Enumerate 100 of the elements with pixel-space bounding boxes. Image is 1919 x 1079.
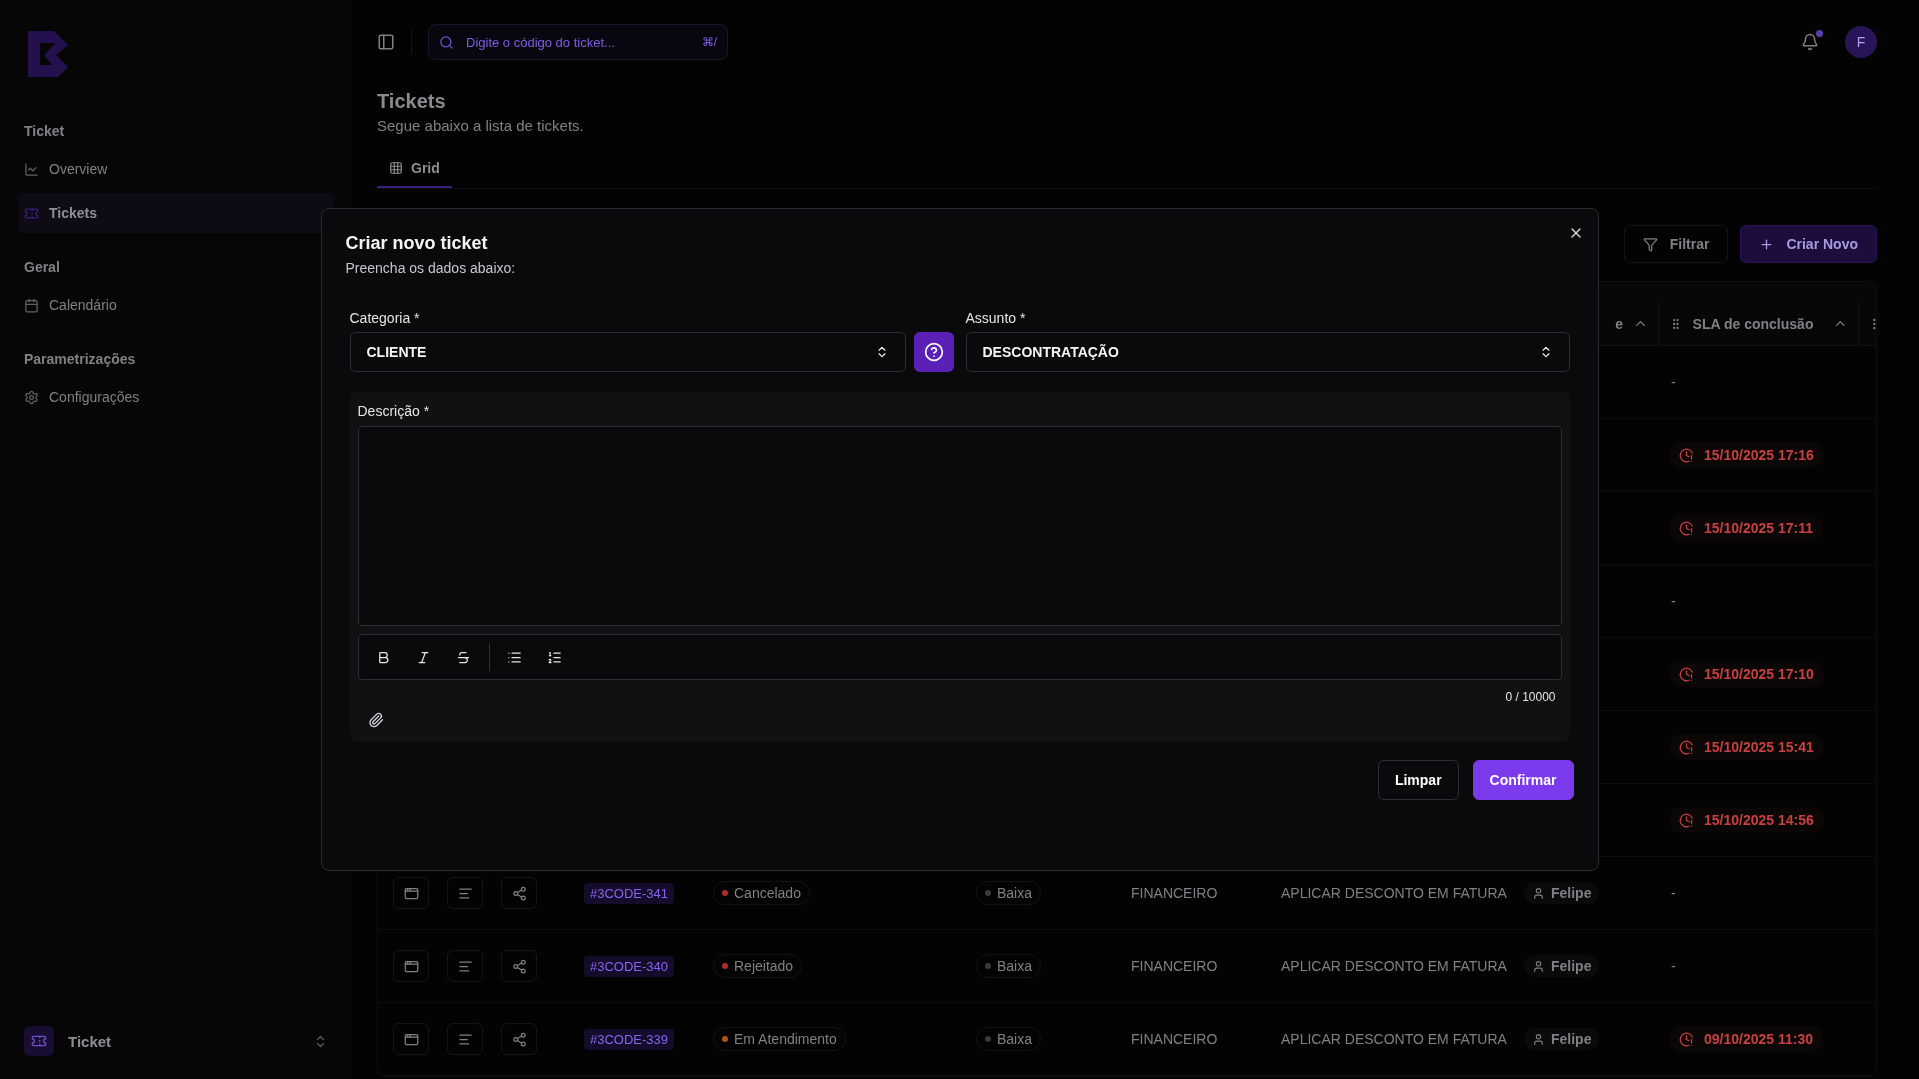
create-button[interactable]: Criar Novo: [1740, 225, 1877, 263]
window-icon: [403, 958, 419, 974]
priority-dot: [985, 890, 991, 896]
user-avatar[interactable]: F: [1845, 26, 1877, 58]
calendar-icon: [24, 297, 39, 313]
details-button[interactable]: [447, 1023, 483, 1055]
table-cell-text: -: [1671, 885, 1677, 901]
table-cell-text: FINANCEIRO: [1130, 958, 1219, 974]
window-button[interactable]: [393, 1023, 429, 1055]
description-field[interactable]: [357, 426, 1562, 626]
clock-alert-icon: [1679, 447, 1694, 463]
sla-date: 15/10/2025 14:56: [1704, 812, 1814, 828]
assignee-name: Felipe: [1551, 1031, 1592, 1047]
status-label: Em Atendimento: [734, 1031, 837, 1047]
select-field[interactable]: CLIENTE: [349, 332, 906, 372]
field-label: Descrição *: [357, 403, 430, 419]
lines-icon: [457, 1031, 473, 1047]
sidebar-item[interactable]: Tickets: [18, 193, 334, 233]
search-box[interactable]: Digite o código do ticket... ⌘/: [428, 24, 728, 60]
priority-dot: [985, 1036, 991, 1042]
table-cell-text: FINANCEIRO: [1130, 885, 1219, 901]
clear-button[interactable]: Limpar: [1377, 760, 1459, 800]
ticket-icon: [24, 1026, 54, 1056]
dialog-title: Criar novo ticket: [345, 233, 489, 254]
details-button[interactable]: [447, 950, 483, 982]
sla-date: 15/10/2025 17:11: [1704, 520, 1813, 536]
clock-alert-icon: [1679, 739, 1694, 755]
lines-icon: [457, 885, 473, 901]
field-label: Categoria *: [349, 310, 420, 326]
help-button[interactable]: [913, 332, 954, 372]
confirm-button[interactable]: Confirmar: [1472, 760, 1574, 800]
ticket-code[interactable]: #3CODE-340: [584, 955, 675, 977]
help-icon: [923, 342, 944, 362]
dialog-subtitle: Preencha os dados abaixo:: [345, 260, 517, 276]
details-button[interactable]: [447, 877, 483, 909]
page-subtitle: Segue abaixo a lista de tickets.: [377, 117, 584, 134]
page-title: Tickets: [377, 90, 446, 113]
clock-alert-icon: [1679, 812, 1694, 828]
table-cell-text: APLICAR DESCONTO EM FATURA: [1280, 958, 1508, 974]
table-cell-text: APLICAR DESCONTO EM FATURA: [1280, 1031, 1508, 1047]
field-label: Assunto *: [965, 310, 1026, 326]
table-cell-text: FINANCEIRO: [1130, 1031, 1219, 1047]
user-icon: [1532, 959, 1545, 973]
lines-icon: [457, 958, 473, 974]
search-field[interactable]: Digite o código do ticket...: [464, 33, 692, 51]
select-field[interactable]: DESCONTRATAÇÃO: [965, 332, 1570, 372]
assignee-name: Felipe: [1551, 885, 1592, 901]
view-tab[interactable]: Grid: [377, 152, 452, 188]
sidebar-section-title: Geral: [24, 258, 61, 277]
paperclip-icon[interactable]: [367, 712, 384, 728]
sla-date: 15/10/2025 17:16: [1704, 447, 1814, 463]
clock-alert-icon: [1679, 1031, 1694, 1047]
sla-date: 09/10/2025 11:30: [1704, 1031, 1813, 1047]
window-icon: [403, 885, 419, 901]
user-icon: [1532, 886, 1545, 900]
ticket-code[interactable]: #3CODE-339: [584, 1028, 675, 1050]
share-button[interactable]: [501, 877, 537, 909]
priority-label: Baixa: [997, 1031, 1033, 1047]
sla-date: 15/10/2025 17:10: [1704, 666, 1814, 682]
window-icon: [403, 1031, 419, 1047]
clock-alert-icon: [1679, 520, 1694, 536]
share-button[interactable]: [501, 950, 537, 982]
table-cell-text: -: [1671, 374, 1677, 390]
share-button[interactable]: [501, 1023, 537, 1055]
table-cell-text: -: [1671, 958, 1677, 974]
window-button[interactable]: [393, 877, 429, 909]
assignee-name: Felipe: [1551, 958, 1592, 974]
character-counter: 0 / 10000: [1505, 690, 1556, 704]
ticket-icon: [24, 205, 39, 221]
user-icon: [1532, 1032, 1545, 1046]
table-cell-text: APLICAR DESCONTO EM FATURA: [1280, 885, 1508, 901]
sidebar-toggle-icon[interactable]: [377, 33, 395, 51]
clock-alert-icon: [1679, 666, 1694, 682]
search-icon: [439, 34, 454, 50]
table-cell-text: -: [1671, 593, 1677, 609]
filter-icon: [1642, 236, 1658, 252]
priority-label: Baixa: [997, 958, 1033, 974]
sidebar-section-title: Parametrizações: [24, 350, 137, 369]
share-icon: [511, 958, 527, 974]
share-icon: [511, 1031, 527, 1047]
priority-dot: [985, 963, 991, 969]
column-header: SLA de conclusão: [1692, 315, 1814, 332]
ticket-code[interactable]: #3CODE-341: [584, 882, 675, 904]
sla-date: 15/10/2025 15:41: [1704, 739, 1814, 755]
status-label: Cancelado: [734, 885, 801, 901]
status-label: Rejeitado: [734, 958, 794, 974]
window-button[interactable]: [393, 950, 429, 982]
sidebar-item[interactable]: Configurações: [18, 377, 334, 417]
column-header: e: [1615, 315, 1623, 332]
sidebar-section-title: Ticket: [24, 122, 66, 141]
chart-icon: [24, 161, 39, 177]
sidebar-item[interactable]: Calendário: [18, 285, 334, 325]
workspace-name: Ticket: [68, 1032, 112, 1050]
filter-button[interactable]: Filtrar: [1623, 225, 1729, 263]
settings-icon: [24, 389, 39, 405]
share-icon: [511, 885, 527, 901]
shortcut-hint: ⌘/: [701, 35, 717, 49]
grid-icon: [389, 161, 403, 175]
plus-icon: [1759, 236, 1775, 252]
sidebar-item[interactable]: Overview: [18, 149, 334, 189]
